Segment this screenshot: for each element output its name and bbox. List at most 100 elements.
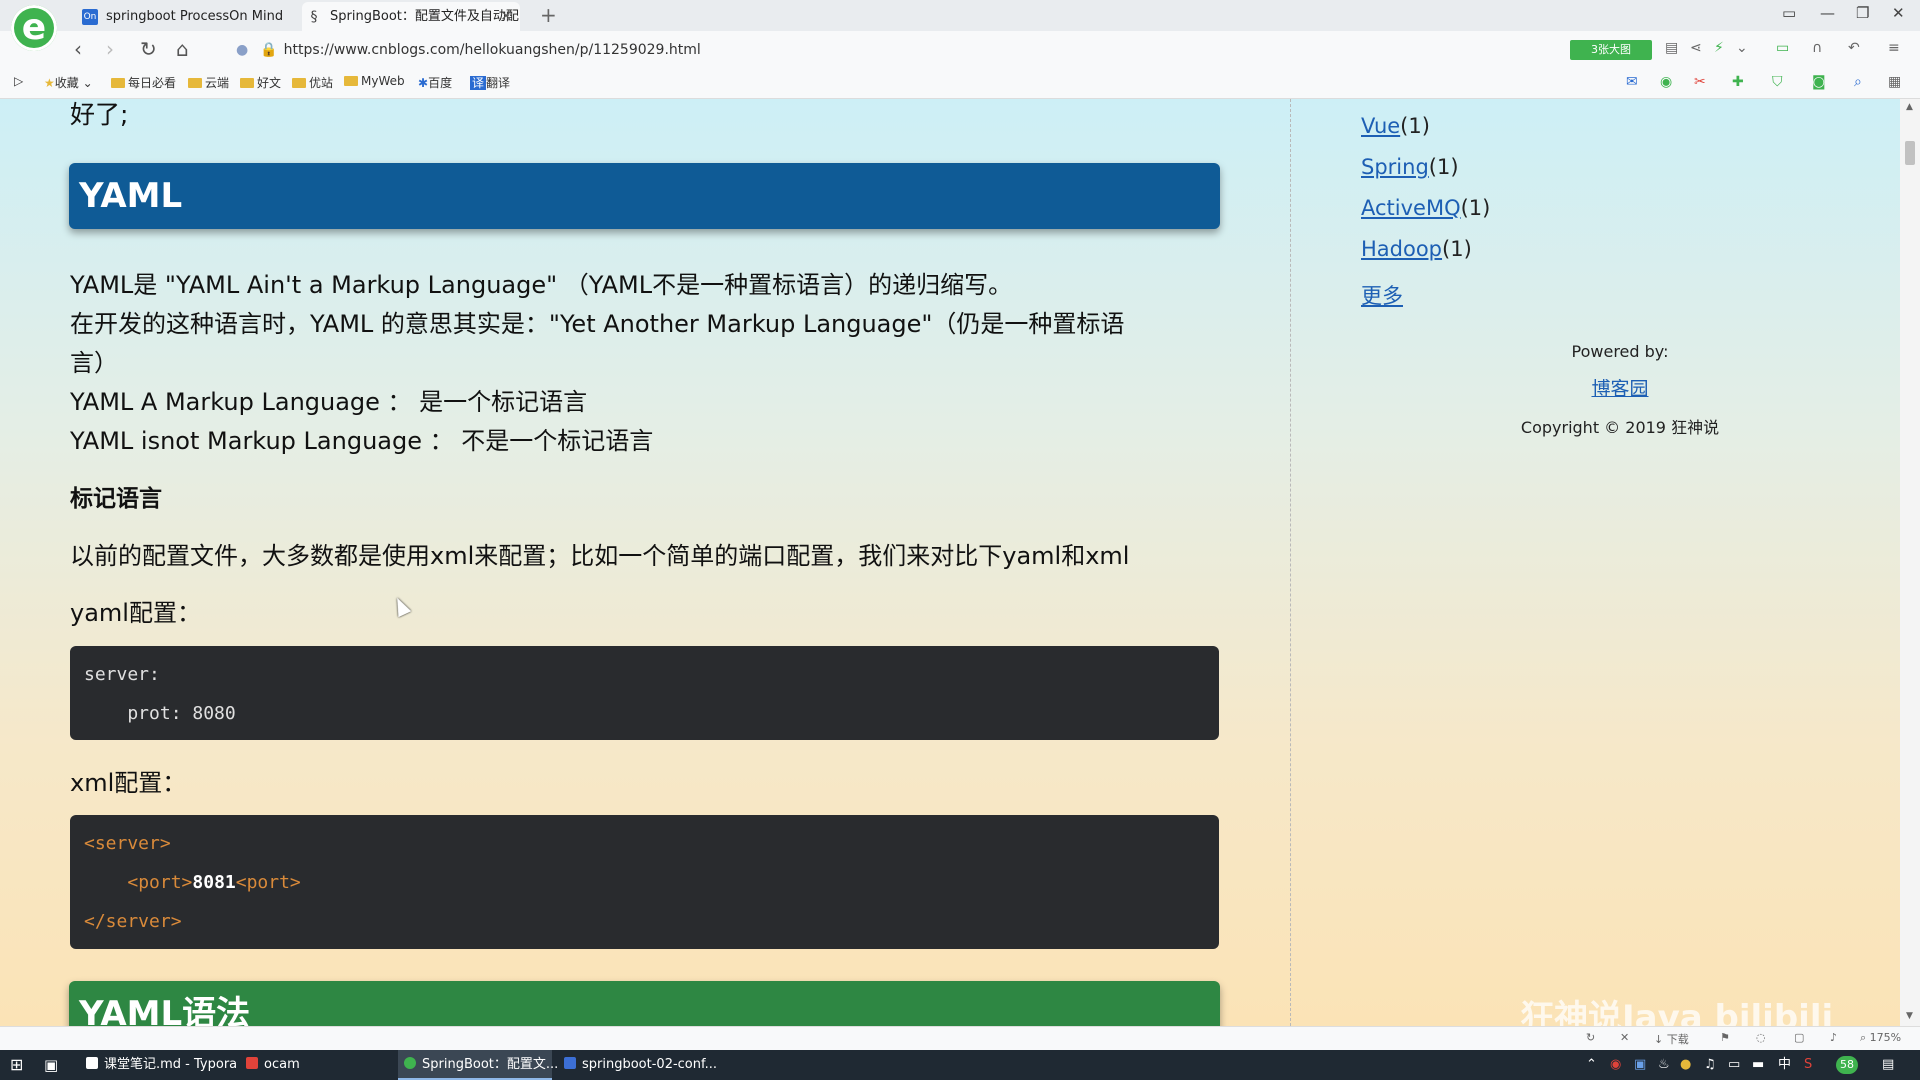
url-field[interactable]: ● 🔒 https://www.cnblogs.com/hellokuangshen… <box>236 38 1556 62</box>
paw-icon: ✱ <box>418 76 429 90</box>
game-icon[interactable]: ◙ <box>1812 74 1826 90</box>
code-tag: <server> <box>84 833 171 854</box>
scissors-icon[interactable]: ✂ <box>1694 74 1706 90</box>
tab-title: SpringBoot：配置文件及自动配 <box>330 9 519 24</box>
category-count: (1) <box>1460 196 1491 220</box>
bookmark-daily[interactable]: 每日必看 <box>111 74 176 91</box>
zoom-level[interactable]: ⌕ 175% <box>1860 1031 1901 1045</box>
undo-icon[interactable]: ↶ <box>1848 40 1860 56</box>
close-window-button[interactable]: ✕ <box>1892 4 1905 22</box>
more-link[interactable]: 更多 <box>1361 284 1403 308</box>
big-image-button[interactable]: 3张大图 <box>1570 40 1652 60</box>
tray-app-icon[interactable]: ♨ <box>1658 1050 1670 1080</box>
page-icon[interactable]: ◌ <box>1756 1031 1766 1044</box>
menu-icon[interactable]: ≡ <box>1888 40 1900 56</box>
refresh-icon[interactable]: ↻ <box>1586 1031 1595 1044</box>
column-divider <box>1290 99 1291 1026</box>
flag-icon[interactable]: ⚑ <box>1720 1031 1730 1044</box>
mail-icon[interactable]: ✉ <box>1626 74 1638 90</box>
apps-grid-icon[interactable]: ▦ <box>1888 74 1901 90</box>
network-icon[interactable]: ▭ <box>1728 1050 1740 1080</box>
chevron-down-icon[interactable]: ⌄ <box>1736 40 1748 56</box>
task-view-icon[interactable]: ▣ <box>44 1050 58 1080</box>
cnblogs-link[interactable]: 博客园 <box>1591 378 1648 400</box>
browser-icon <box>404 1057 416 1069</box>
sidebar-item-activemq: ActiveMQ(1) <box>1361 196 1490 220</box>
yaml-config-label: yaml配置： <box>70 599 201 627</box>
download-icon: ↓ <box>1654 1033 1667 1046</box>
reload-icon[interactable]: ↻ <box>140 37 157 61</box>
bookmark-translate[interactable]: 译翻译 <box>470 74 510 91</box>
sogou-icon[interactable]: S <box>1804 1050 1812 1080</box>
bookmark-myweb[interactable]: MyWeb <box>344 74 405 88</box>
category-link[interactable]: Spring <box>1361 155 1429 179</box>
reader-icon[interactable]: ▤ <box>1665 40 1678 56</box>
forward-icon[interactable]: › <box>106 37 114 61</box>
yaml-syntax-heading: YAML语法 <box>69 981 1220 1026</box>
windows-start-icon[interactable]: ⊞ <box>10 1050 23 1080</box>
browser-logo-icon[interactable]: e <box>11 5 57 51</box>
battery-tray-icon[interactable]: ▬ <box>1752 1050 1764 1080</box>
tab-springboot[interactable]: § SpringBoot：配置文件及自动配 × <box>302 2 520 31</box>
search-icon[interactable]: ⌕ <box>1854 74 1862 90</box>
notification-badge[interactable]: 58 <box>1836 1056 1858 1074</box>
window-icon[interactable]: ▢ <box>1794 1031 1804 1044</box>
lightning-icon[interactable]: ⚡ <box>1714 40 1724 56</box>
intro-line-5: YAML isnot Markup Language ： 不是一个标记语言 <box>70 427 654 455</box>
tray-app-icon-2[interactable]: ● <box>1680 1050 1691 1080</box>
code-tag: </server> <box>84 911 182 932</box>
vscode-tray-icon[interactable]: ▣ <box>1634 1050 1646 1080</box>
headphones-icon[interactable]: ∩ <box>1812 40 1822 56</box>
category-link[interactable]: Hadoop <box>1361 237 1442 261</box>
ime-indicator[interactable]: 中 <box>1778 1050 1791 1080</box>
extension-green-icon[interactable]: ◉ <box>1660 74 1672 90</box>
bookmark-favorites[interactable]: ★收藏 ⌄ <box>44 74 93 91</box>
taskbar-app-ocam[interactable]: ocam <box>240 1050 390 1080</box>
maximize-button[interactable]: ❐ <box>1856 4 1869 22</box>
battery-icon[interactable]: ▭ <box>1776 40 1789 56</box>
ocam-icon <box>246 1057 258 1069</box>
restore-icon[interactable]: ▭ <box>1782 4 1796 22</box>
bookmark-baidu[interactable]: ✱百度 <box>418 74 452 91</box>
record-icon[interactable]: ◉ <box>1610 1050 1621 1080</box>
markup-language-heading: 标记语言 <box>70 486 162 512</box>
category-link[interactable]: Vue <box>1361 114 1400 138</box>
bookmark-good-sites[interactable]: 优站 <box>292 74 333 91</box>
translate-icon: 译 <box>470 76 487 90</box>
sidebar-toggle-icon[interactable]: ▷ <box>14 74 23 88</box>
typora-icon <box>86 1057 98 1069</box>
chevron-up-icon[interactable]: ⌃ <box>1586 1050 1597 1080</box>
translate-plugin-icon[interactable]: ✚ <box>1732 74 1744 90</box>
taskbar-app-typora[interactable]: 课堂笔记.md - Typora <box>80 1050 237 1080</box>
tab-processon[interactable]: On springboot ProcessOn Mind <box>78 2 296 31</box>
scroll-down-icon[interactable]: ▼ <box>1906 1011 1913 1021</box>
xml-code-block: <server> <port>8081<port> </server> <box>70 815 1219 949</box>
minimize-button[interactable]: — <box>1820 4 1835 22</box>
back-icon[interactable]: ‹ <box>74 37 82 61</box>
volume-icon[interactable]: ♫ <box>1704 1050 1716 1080</box>
folder-icon <box>188 78 202 88</box>
shield-plugin-icon[interactable]: ⛉ <box>1772 74 1783 90</box>
vertical-scrollbar[interactable]: ▲ ▼ <box>1900 99 1920 1026</box>
sidebar-item-vue: Vue(1) <box>1361 114 1430 138</box>
folder-icon <box>344 76 358 86</box>
sound-icon[interactable]: ♪ <box>1830 1031 1837 1044</box>
download-button[interactable]: ↓ 下载 <box>1654 1031 1689 1047</box>
category-link[interactable]: ActiveMQ <box>1361 196 1461 220</box>
bookmark-cloud[interactable]: 云端 <box>188 74 229 91</box>
share-icon[interactable]: ⋖ <box>1690 40 1702 56</box>
scroll-up-icon[interactable]: ▲ <box>1906 102 1913 112</box>
taskbar-app-intellij[interactable]: springboot-02-conf... <box>558 1050 718 1080</box>
scroll-thumb[interactable] <box>1905 141 1915 165</box>
bookmark-bar: ▷ ★收藏 ⌄ 每日必看 云端 好文 优站 MyWeb ✱百度 译翻译 ✉ ◉ … <box>0 68 1920 99</box>
tools-icon[interactable]: ✕ <box>1620 1031 1629 1044</box>
action-center-icon[interactable]: ▤ <box>1882 1050 1894 1080</box>
address-bar: ‹ › ↻ ⌂ ● 🔒 https://www.cnblogs.com/hellok… <box>0 31 1920 68</box>
home-icon[interactable]: ⌂ <box>176 37 189 61</box>
taskbar-app-browser[interactable]: SpringBoot：配置文... <box>398 1050 558 1080</box>
tab-title: springboot ProcessOn Mind <box>106 9 284 24</box>
bookmark-good-articles[interactable]: 好文 <box>240 74 281 91</box>
browser-status-bar: ↻ ✕ ↓ 下载 ⚑ ◌ ▢ ♪ ⌕ 175% <box>0 1026 1920 1051</box>
close-tab-icon[interactable]: × <box>500 2 512 31</box>
new-tab-button[interactable]: + <box>540 2 557 29</box>
